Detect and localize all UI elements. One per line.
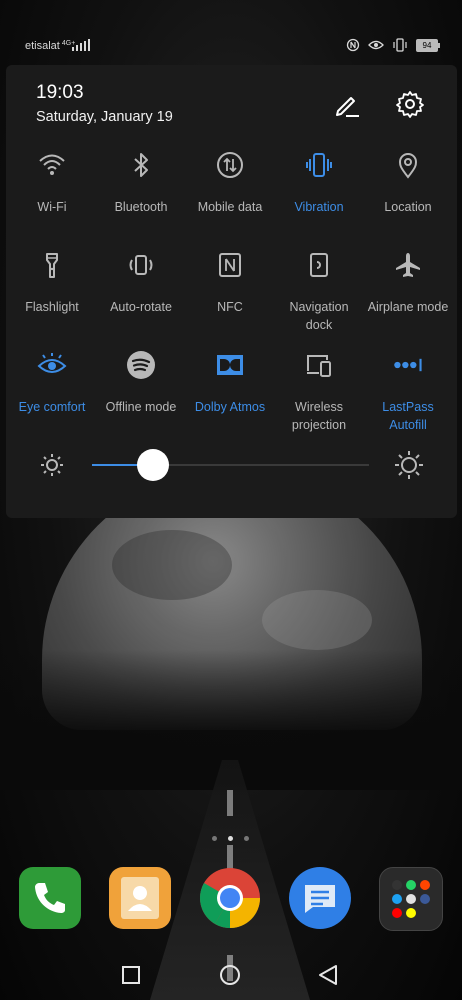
lastpass-icon — [394, 358, 422, 372]
auto-rotate-icon — [129, 255, 153, 275]
settings-button[interactable] — [395, 89, 425, 119]
flashlight-icon — [46, 253, 58, 278]
vibration-status-icon — [393, 38, 407, 52]
chrome-app[interactable] — [199, 867, 261, 929]
tile-label: Dolby Atmos — [194, 400, 266, 414]
phone-icon — [35, 883, 65, 913]
eye-icon — [37, 353, 67, 373]
edit-tiles-button[interactable] — [332, 89, 362, 119]
app-folder[interactable] — [379, 867, 443, 931]
tile-dolby-atmos[interactable]: Dolby Atmos — [186, 350, 274, 416]
wireless-projection-icon — [307, 355, 331, 377]
tile-lastpass-autofill[interactable]: LastPass Autofill — [364, 350, 452, 434]
clock-date: Saturday, January 19 — [36, 109, 173, 125]
tile-navigation-dock[interactable]: Navigation dock — [275, 250, 363, 334]
tile-offline-mode[interactable]: Offline mode — [97, 350, 185, 416]
signal-icon — [72, 39, 90, 51]
bluetooth-icon — [134, 153, 148, 177]
tile-wireless-projection[interactable]: Wireless projection — [275, 350, 363, 434]
tile-label: Airplane mode — [367, 300, 449, 314]
home-circle-icon[interactable] — [219, 964, 241, 986]
mobile-data-icon — [217, 152, 243, 178]
tile-label: Wi-Fi — [37, 200, 67, 214]
tile-label: Flashlight — [25, 300, 79, 314]
nfc-status-icon — [346, 38, 360, 52]
tile-label: Offline mode — [105, 400, 177, 414]
eye-comfort-status-icon — [368, 40, 384, 50]
wifi-icon — [39, 154, 65, 175]
brightness-slider[interactable] — [92, 449, 369, 481]
nfc-icon — [219, 253, 241, 277]
battery-indicator: 94 — [416, 38, 440, 52]
dolby-icon — [217, 355, 243, 375]
tile-label: Eye comfort — [18, 400, 86, 414]
tile-auto-rotate[interactable]: Auto-rotate — [97, 250, 185, 316]
recents-square-icon[interactable] — [121, 965, 141, 985]
tile-eye-comfort[interactable]: Eye comfort — [8, 350, 96, 416]
contacts-icon — [121, 877, 159, 919]
messages-app[interactable] — [289, 867, 351, 929]
tile-label: NFC — [217, 300, 243, 314]
tile-label: Wireless projection — [291, 400, 347, 432]
tile-label: Mobile data — [197, 200, 263, 214]
tile-location[interactable]: Location — [364, 150, 452, 216]
vibration-icon — [306, 153, 332, 177]
location-pin-icon — [398, 153, 418, 179]
tile-label: Bluetooth — [114, 200, 168, 214]
back-triangle-icon[interactable] — [317, 964, 339, 986]
brightness-high-icon — [395, 451, 423, 479]
chrome-icon — [199, 868, 260, 929]
tile-label: Location — [384, 200, 432, 214]
tile-bluetooth[interactable]: Bluetooth — [97, 150, 185, 216]
carrier-name: etisalat 4G+ — [25, 40, 76, 52]
tile-airplane-mode[interactable]: Airplane mode — [364, 250, 452, 316]
tile-label: Navigation dock — [289, 300, 349, 332]
airplane-icon — [396, 253, 420, 277]
page-indicator — [0, 836, 462, 846]
tile-label: LastPass Autofill — [382, 400, 434, 432]
app-folder-icon — [392, 880, 430, 918]
phone-app[interactable] — [19, 867, 81, 929]
tile-vibration[interactable]: Vibration — [275, 150, 363, 216]
tile-nfc[interactable]: NFC — [186, 250, 274, 316]
brightness-slider-knob[interactable] — [136, 449, 169, 481]
edit-pencil-icon — [336, 97, 359, 117]
messages-icon — [305, 885, 335, 913]
quick-settings-panel: 19:03 Saturday, January 19 Wi-Fi Bluetoo… — [6, 65, 457, 518]
tile-flashlight[interactable]: Flashlight — [8, 250, 96, 316]
tile-mobile-data[interactable]: Mobile data — [186, 150, 274, 216]
clock-time: 19:03 — [36, 82, 84, 103]
contacts-app[interactable] — [109, 867, 171, 929]
tile-label: Auto-rotate — [110, 300, 172, 314]
tile-wifi[interactable]: Wi-Fi — [8, 150, 96, 216]
status-bar: etisalat 4G+ 94 — [0, 36, 462, 56]
tile-label: Vibration — [294, 200, 344, 214]
gear-icon — [396, 91, 424, 118]
spotify-icon — [127, 351, 155, 379]
brightness-low-icon — [41, 454, 63, 476]
navigation-bar — [0, 955, 462, 995]
navigation-dock-icon — [310, 253, 328, 277]
